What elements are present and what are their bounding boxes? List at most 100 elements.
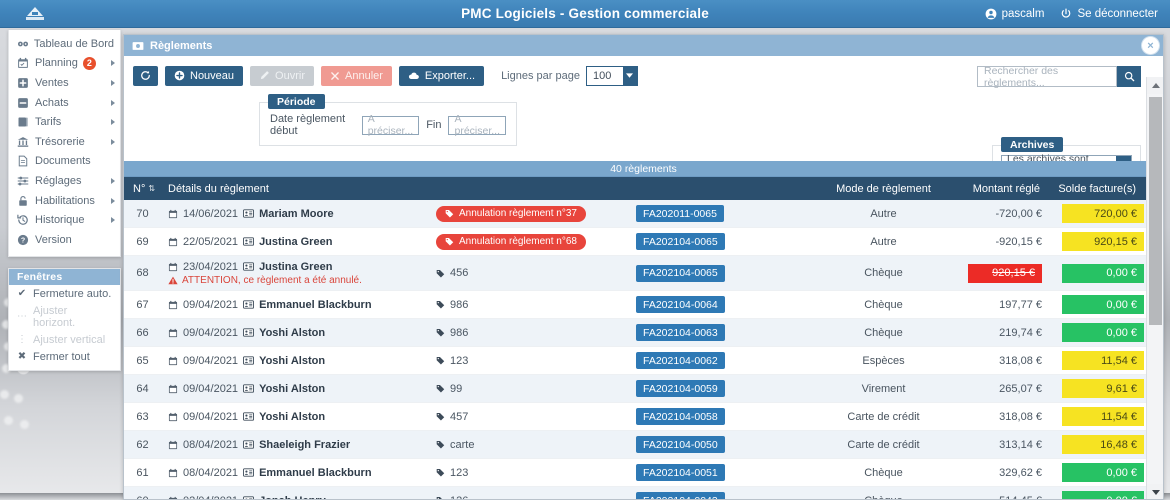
cell-tag: carte [436, 431, 631, 458]
table-row[interactable]: 64 09/04/2021 Yoshi Alston 99 FA202104-0059 V… [124, 375, 1163, 403]
tag-icon [436, 269, 445, 278]
detail-line: 02/04/2021 Jonah Henry [168, 495, 436, 499]
window-close-button[interactable]: × [1142, 37, 1159, 54]
payment-reference-label: 99 [450, 382, 463, 395]
cell-amount: 920,15 € [951, 256, 1046, 290]
sidebar-item-planning[interactable]: Planning 2 [9, 54, 120, 74]
calendar-icon [168, 412, 178, 422]
table-row[interactable]: 62 08/04/2021 Shaeleigh Frazier carte FA2021… [124, 431, 1163, 459]
payment-reference: 123 [436, 467, 468, 479]
new-label: Nouveau [190, 69, 235, 82]
table-row[interactable]: 60 02/04/2021 Jonah Henry 126 FA202104-0043 C… [124, 487, 1163, 500]
search-button[interactable] [1117, 66, 1141, 87]
refresh-button[interactable] [133, 65, 158, 86]
invoice-badge[interactable]: FA202104-0058 [636, 408, 725, 425]
cell-tag: Annulation règlement n°68 [436, 228, 631, 255]
chevron-right-icon [111, 60, 115, 67]
vertical-scrollbar[interactable] [1146, 77, 1163, 499]
sidebar-item-tarifs[interactable]: Tarifs [9, 112, 120, 132]
new-button[interactable]: Nouveau [165, 65, 244, 86]
customer-name: Yoshi Alston [259, 354, 326, 367]
invoice-badge[interactable]: FA202104-0065 [636, 264, 725, 282]
search-input[interactable]: Rechercher des règlements... [977, 65, 1117, 89]
detail-line: 09/04/2021 Emmanuel Blackburn [168, 299, 436, 311]
sidebar-item-version[interactable]: ? Version [9, 230, 120, 250]
header-balance[interactable]: Solde facture(s) [1046, 183, 1146, 195]
amount-value: 329,62 € [999, 466, 1042, 479]
user-menu[interactable]: pascalm [985, 8, 1044, 20]
rows-per-page-select[interactable]: 100 [585, 65, 638, 86]
table-row[interactable]: 63 09/04/2021 Yoshi Alston 457 FA202104-0058… [124, 403, 1163, 431]
invoice-badge[interactable]: FA202104-0059 [636, 380, 725, 397]
plus-square-icon [17, 77, 33, 89]
windows-menu-item-fermeture-auto[interactable]: ✔ Fermeture auto. [9, 285, 120, 302]
open-button[interactable]: Ouvrir [250, 65, 314, 86]
archives-legend: Archives [1001, 137, 1064, 152]
sidebar-item-tr-sorerie[interactable]: Trésorerie [9, 132, 120, 152]
cell-num: 68 [136, 267, 149, 279]
invoice-badge[interactable]: FA202104-0043 [636, 492, 725, 499]
sidebar-item-historique[interactable]: Historique [9, 210, 120, 230]
invoice-badge[interactable]: FA202104-0062 [636, 352, 725, 369]
balance-badge: 720,00 € [1062, 204, 1144, 223]
cancellation-pill: Annulation règlement n°37 [436, 205, 586, 222]
scrollbar-thumb[interactable] [1149, 97, 1162, 325]
header-amount[interactable]: Montant réglé [951, 183, 1046, 195]
scroll-up-button[interactable] [1147, 77, 1163, 94]
cancellation-pill-label: Annulation règlement n°37 [459, 208, 577, 219]
logout-button[interactable]: Se déconnecter [1060, 8, 1158, 20]
cancel-button[interactable]: Annuler [321, 65, 392, 86]
contact-card-icon [243, 384, 255, 393]
table-row[interactable]: 68 23/04/2021 Justina Green ATTENTION, ce r… [124, 256, 1163, 291]
sidebar-menu: Tableau de Bord Planning 2 Ventes Achats Tari… [8, 30, 121, 257]
table-row[interactable]: 61 08/04/2021 Emmanuel Blackburn 123 FA20210… [124, 459, 1163, 487]
sliders-icon [17, 175, 33, 187]
invoice-badge[interactable]: FA202104-0051 [636, 464, 725, 481]
cell-tag: 123 [436, 459, 631, 486]
app-logo[interactable] [18, 0, 52, 28]
invoice-badge[interactable]: FA202104-0050 [636, 436, 725, 453]
sidebar-item-r-glages[interactable]: Réglages [9, 171, 120, 191]
period-end-input[interactable]: A préciser... [448, 113, 506, 137]
window-title: Règlements [150, 39, 213, 52]
horizontal-icon: ⋯ [17, 311, 27, 322]
amount-value: -514,45 € [996, 495, 1042, 500]
table-header-row: N° ⇅ Détails du règlement Mode de règlem… [124, 177, 1163, 200]
question-circle-icon: ? [17, 234, 33, 246]
cell-details: 08/04/2021 Shaeleigh Frazier [161, 431, 436, 458]
table-row[interactable]: 65 09/04/2021 Yoshi Alston 123 FA202104-0062… [124, 347, 1163, 375]
windows-menu-item-label: Fermer tout [33, 350, 90, 363]
invoice-badge[interactable]: FA202104-0065 [636, 233, 725, 250]
sidebar-item-documents[interactable]: Documents [9, 152, 120, 172]
table-row[interactable]: 70 14/06/2021 Mariam Moore Annulation règle… [124, 200, 1163, 228]
invoice-badge[interactable]: FA202104-0064 [636, 296, 725, 313]
period-start-input[interactable]: A préciser... [361, 113, 420, 137]
rows-per-page-value: 100 [592, 69, 612, 82]
cell-num: 61 [136, 466, 149, 479]
customer-name: Mariam Moore [259, 207, 334, 220]
tag-icon [436, 356, 445, 365]
table-row[interactable]: 66 09/04/2021 Yoshi Alston 986 FA202104-0063… [124, 319, 1163, 347]
invoice-badge[interactable]: FA202104-0063 [636, 324, 725, 341]
sidebar-item-habilitations[interactable]: Habilitations [9, 191, 120, 211]
export-button[interactable]: Exporter... [398, 65, 485, 86]
windows-menu-item-label: Fermeture auto. [33, 287, 112, 300]
app-header-right: pascalm Se déconnecter [985, 0, 1158, 28]
table-row[interactable]: 67 09/04/2021 Emmanuel Blackburn 986 FA20210… [124, 291, 1163, 319]
table-row[interactable]: 69 22/05/2021 Justina Green Annulation règl… [124, 228, 1163, 256]
sidebar-item-ventes[interactable]: Ventes [9, 73, 120, 93]
windows-menu-item-fermer-tout[interactable]: ✖ Fermer tout [9, 348, 120, 365]
header-details[interactable]: Détails du règlement [161, 183, 436, 195]
sidebar-item-achats[interactable]: Achats [9, 93, 120, 113]
header-mode[interactable]: Mode de règlement [816, 183, 951, 195]
sidebar-item-tableau-de-bord[interactable]: Tableau de Bord [9, 34, 120, 54]
search-icon [1124, 71, 1135, 82]
scroll-down-button[interactable] [1147, 484, 1163, 499]
chevron-right-icon [111, 79, 115, 86]
cell-amount: 318,08 € [951, 347, 1046, 374]
header-num[interactable]: N° ⇅ [124, 183, 161, 195]
cell-details: 09/04/2021 Yoshi Alston [161, 319, 436, 346]
payment-reference-label: carte [450, 438, 475, 451]
invoice-badge[interactable]: FA202011-0065 [636, 205, 724, 222]
chevron-down-icon[interactable] [622, 66, 637, 85]
